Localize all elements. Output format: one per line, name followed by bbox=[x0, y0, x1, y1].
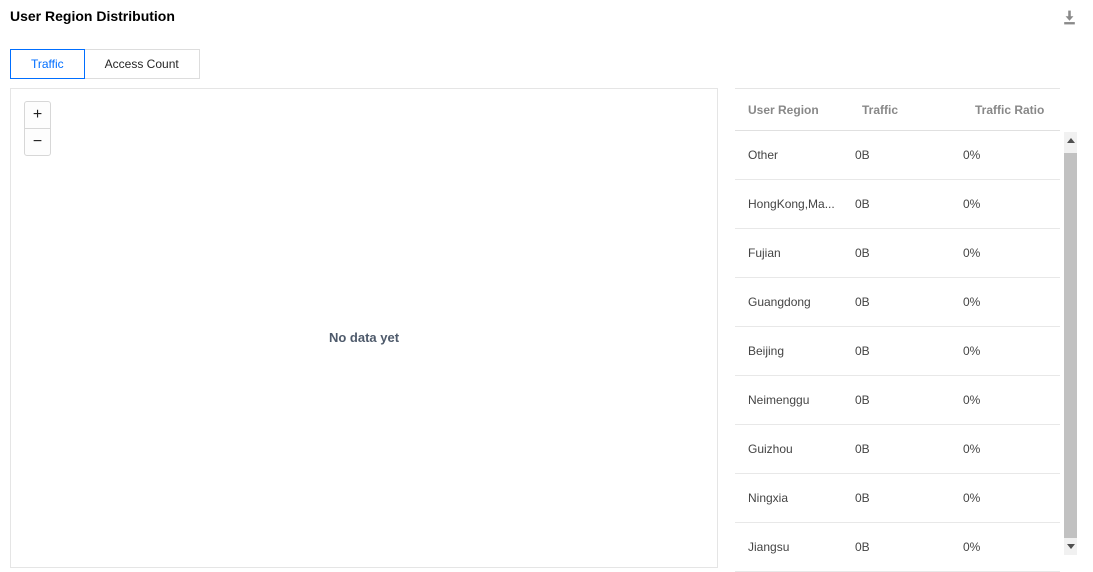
cell-ratio: 0% bbox=[963, 540, 981, 554]
table-row: Ningxia 0B 0% bbox=[735, 474, 1060, 523]
cell-region: Guizhou bbox=[748, 442, 793, 456]
cell-traffic: 0B bbox=[855, 393, 870, 407]
page-title: User Region Distribution bbox=[10, 8, 175, 24]
scroll-down-button[interactable] bbox=[1064, 538, 1077, 555]
table-header: User Region Traffic Traffic Ratio bbox=[735, 88, 1060, 131]
column-header-traffic-ratio: Traffic Ratio bbox=[975, 102, 1045, 117]
table-row: Jiangsu 0B 0% bbox=[735, 523, 1060, 572]
cell-traffic: 0B bbox=[855, 491, 870, 505]
zoom-in-button[interactable]: + bbox=[24, 101, 51, 129]
view-tabs: Traffic Access Count bbox=[10, 49, 200, 79]
download-icon bbox=[1061, 9, 1078, 26]
tab-access-count[interactable]: Access Count bbox=[83, 49, 200, 79]
column-header-user-region: User Region bbox=[748, 102, 819, 117]
cell-ratio: 0% bbox=[963, 393, 981, 407]
cell-region: Other bbox=[748, 148, 779, 162]
map-zoom-controls: + − bbox=[24, 101, 51, 156]
cell-traffic: 0B bbox=[855, 295, 870, 309]
cell-traffic: 0B bbox=[855, 246, 870, 260]
cell-ratio: 0% bbox=[963, 246, 981, 260]
cell-region: Ningxia bbox=[748, 491, 789, 505]
cell-traffic: 0B bbox=[855, 442, 870, 456]
table-row: Other 0B 0% bbox=[735, 131, 1060, 180]
map-panel: + − No data yet bbox=[10, 88, 718, 568]
download-button[interactable] bbox=[1058, 6, 1080, 28]
column-header-traffic: Traffic bbox=[862, 102, 899, 117]
no-data-message: No data yet bbox=[328, 330, 400, 345]
table-scrollbar[interactable] bbox=[1064, 132, 1077, 555]
cell-traffic: 0B bbox=[855, 344, 870, 358]
cell-ratio: 0% bbox=[963, 197, 981, 211]
table-body: Other 0B 0% HongKong,Ma... 0B 0% Fujian … bbox=[735, 131, 1060, 572]
cell-ratio: 0% bbox=[963, 295, 981, 309]
table-row: Neimenggu 0B 0% bbox=[735, 376, 1060, 425]
cell-traffic: 0B bbox=[855, 540, 870, 554]
cell-region: Neimenggu bbox=[748, 393, 810, 407]
table-row: Guangdong 0B 0% bbox=[735, 278, 1060, 327]
cell-ratio: 0% bbox=[963, 344, 981, 358]
scroll-up-button[interactable] bbox=[1064, 132, 1077, 149]
zoom-out-button[interactable]: − bbox=[24, 128, 51, 156]
table-row: Guizhou 0B 0% bbox=[735, 425, 1060, 474]
cell-ratio: 0% bbox=[963, 148, 981, 162]
cell-region: Beijing bbox=[748, 344, 785, 358]
cell-ratio: 0% bbox=[963, 442, 981, 456]
table-row: HongKong,Ma... 0B 0% bbox=[735, 180, 1060, 229]
scrollbar-thumb[interactable] bbox=[1064, 153, 1077, 543]
cell-ratio: 0% bbox=[963, 491, 981, 505]
cell-traffic: 0B bbox=[855, 148, 870, 162]
cell-traffic: 0B bbox=[855, 197, 870, 211]
cell-region: HongKong,Ma... bbox=[748, 197, 835, 211]
region-table: User Region Traffic Traffic Ratio Other … bbox=[735, 88, 1060, 572]
cell-region: Fujian bbox=[748, 246, 781, 260]
table-row: Beijing 0B 0% bbox=[735, 327, 1060, 376]
scroll-down-arrow-icon bbox=[1066, 544, 1075, 549]
cell-region: Guangdong bbox=[748, 295, 811, 309]
tab-traffic[interactable]: Traffic bbox=[10, 49, 85, 79]
table-row: Fujian 0B 0% bbox=[735, 229, 1060, 278]
scroll-up-arrow-icon bbox=[1066, 138, 1075, 143]
cell-region: Jiangsu bbox=[748, 540, 790, 554]
